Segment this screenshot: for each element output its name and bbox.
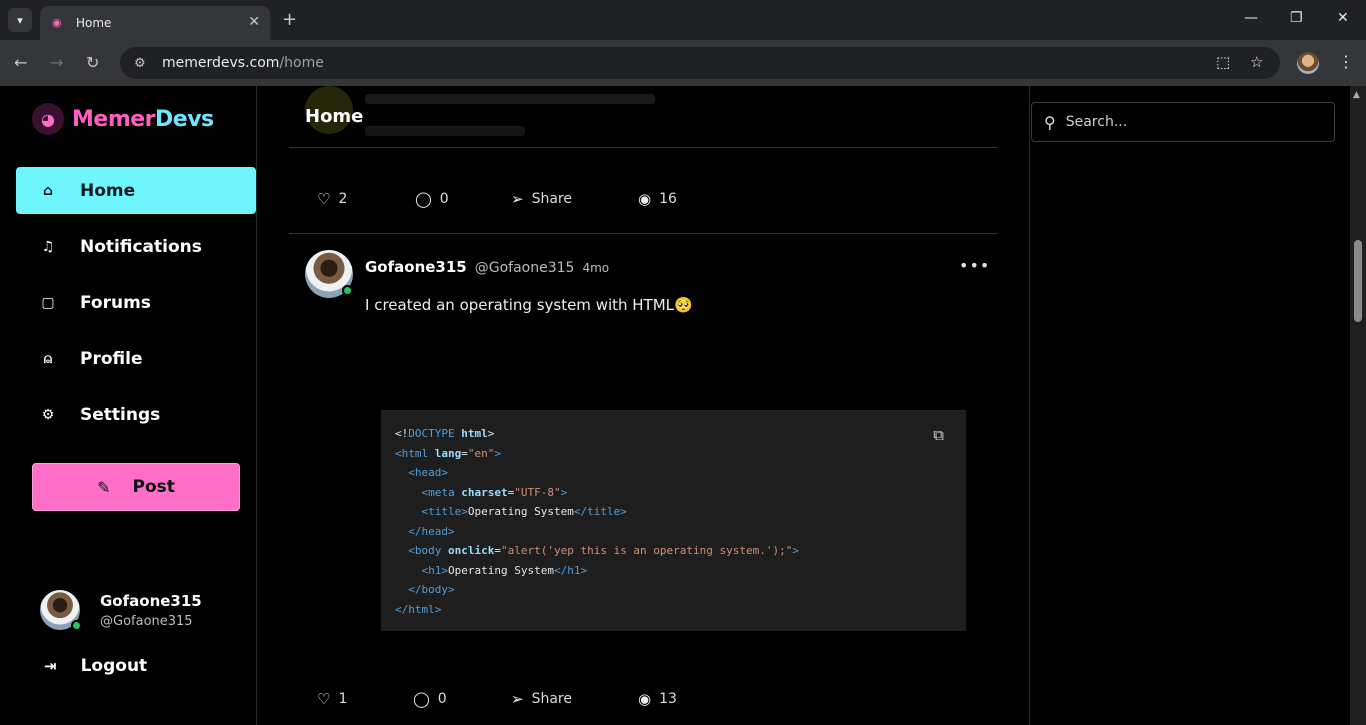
- scrollbar-thumb[interactable]: [1354, 240, 1362, 322]
- divider: [289, 233, 998, 234]
- logo-text: MemerDevs: [72, 106, 214, 132]
- share-icon: ➢: [511, 690, 524, 708]
- comment-button[interactable]: ◯ 0: [413, 690, 511, 708]
- url-domain: memerdevs.com: [162, 55, 280, 71]
- sidebar-item-home[interactable]: ⌂ Home: [16, 167, 256, 214]
- avatar: [40, 590, 82, 631]
- post-author-name[interactable]: Gofaone315: [365, 258, 467, 276]
- favicon-icon: ◉: [52, 16, 62, 29]
- reload-icon[interactable]: ↻: [86, 53, 99, 72]
- browser-profile-avatar[interactable]: [1297, 52, 1319, 74]
- right-panel: ⚲: [1031, 86, 1366, 725]
- browser-tab-strip: ▾ ◉ Home ✕ + — ❐ ✕: [0, 0, 1366, 40]
- post-actions: ♡ 1 ◯ 0 ➢ Share ◉ 13: [317, 690, 677, 708]
- heart-icon: ♡: [317, 690, 331, 708]
- scroll-up-icon[interactable]: ▲: [1353, 90, 1360, 100]
- page-scrollbar[interactable]: ▲: [1350, 86, 1366, 725]
- divider: [289, 147, 998, 148]
- heart-icon: ♡: [317, 190, 331, 208]
- eye-icon: ◉: [638, 190, 652, 208]
- minimize-icon[interactable]: —: [1244, 10, 1258, 26]
- browser-toolbar: ← → ↻ ⚙ memerdevs.com/home ⬚ ☆: [0, 40, 1366, 86]
- window-close-icon[interactable]: ✕: [1337, 10, 1349, 26]
- sidebar-item-forums[interactable]: ▢ Forums: [16, 279, 256, 326]
- logo-icon: ◕: [32, 103, 64, 135]
- views-count: ◉ 13: [638, 690, 677, 708]
- site-info-icon[interactable]: ⚙: [134, 56, 148, 71]
- current-user-card[interactable]: Gofaone315 @Gofaone315: [40, 590, 202, 631]
- new-tab-button[interactable]: +: [282, 9, 297, 30]
- install-app-icon[interactable]: ⬚: [1216, 53, 1230, 71]
- gear-icon: ⚙: [41, 406, 55, 423]
- logout-icon: ⇥: [44, 657, 57, 675]
- forward-icon[interactable]: →: [50, 53, 63, 72]
- comment-button[interactable]: ◯ 0: [415, 190, 511, 208]
- previous-post-faded: [305, 86, 705, 142]
- sidebar-item-label: Profile: [80, 348, 143, 369]
- sidebar-item-label: Home: [80, 180, 136, 201]
- search-box[interactable]: ⚲: [1031, 102, 1335, 142]
- search-input[interactable]: [1065, 114, 1306, 130]
- logo[interactable]: ◕ MemerDevs: [32, 103, 214, 135]
- tab-search-button[interactable]: ▾: [8, 8, 32, 32]
- user-icon: ⍝: [43, 350, 53, 367]
- app: ◕ MemerDevs ⌂ Home ♫ Notifications ▢ For…: [0, 86, 1366, 725]
- restore-icon[interactable]: ❐: [1290, 10, 1303, 26]
- post-text: I created an operating system with HTML🥺: [365, 296, 693, 314]
- browser-menu-icon[interactable]: ⋮: [1338, 52, 1354, 71]
- chat-icon: ▢: [41, 294, 55, 311]
- sidebar-item-profile[interactable]: ⍝ Profile: [16, 335, 256, 382]
- current-user-name: Gofaone315: [100, 591, 202, 610]
- bookmark-star-icon[interactable]: ☆: [1250, 53, 1263, 71]
- sidebar: ◕ MemerDevs ⌂ Home ♫ Notifications ▢ For…: [0, 86, 257, 725]
- tab-title: Home: [76, 16, 112, 30]
- like-button[interactable]: ♡ 1: [317, 690, 413, 708]
- logout-label: Logout: [80, 656, 148, 676]
- browser-tab[interactable]: ◉ Home ✕: [40, 6, 270, 40]
- search-icon: ⚲: [1044, 112, 1056, 132]
- sidebar-item-settings[interactable]: ⚙ Settings: [16, 391, 256, 438]
- online-indicator: [71, 620, 82, 631]
- eye-icon: ◉: [638, 690, 652, 708]
- comment-icon: ◯: [413, 690, 430, 708]
- home-icon: ⌂: [42, 182, 54, 199]
- post-button-label: Post: [132, 477, 175, 497]
- address-bar[interactable]: ⚙ memerdevs.com/home: [120, 47, 1280, 79]
- share-icon: ➢: [511, 190, 524, 208]
- more-options-icon[interactable]: •••: [959, 256, 990, 275]
- current-user-handle: @Gofaone315: [100, 613, 193, 629]
- views-count: ◉ 16: [638, 190, 677, 208]
- url-path: /home: [279, 55, 324, 71]
- sidebar-item-label: Notifications: [80, 236, 202, 257]
- prev-post-actions: ♡ 2 ◯ 0 ➢ Share ◉ 16: [317, 190, 677, 208]
- post-author-handle[interactable]: @Gofaone315: [475, 260, 575, 276]
- back-icon[interactable]: ←: [14, 53, 27, 72]
- code-block: ⧉ <!DOCTYPE html> <html lang="en"> <head…: [381, 410, 966, 631]
- bell-icon: ♫: [41, 238, 55, 255]
- page-title: Home: [305, 106, 364, 127]
- sidebar-item-label: Settings: [80, 404, 161, 425]
- feather-icon: ✎: [97, 477, 111, 497]
- like-button[interactable]: ♡ 2: [317, 190, 415, 208]
- copy-icon[interactable]: ⧉: [933, 426, 944, 446]
- share-button[interactable]: ➢ Share: [511, 190, 638, 208]
- comment-icon: ◯: [415, 190, 432, 208]
- sidebar-item-notifications[interactable]: ♫ Notifications: [16, 223, 256, 270]
- sidebar-item-label: Forums: [80, 292, 151, 313]
- online-indicator: [342, 285, 353, 296]
- post-button[interactable]: ✎ Post: [32, 463, 240, 511]
- post-timestamp: 4mo: [582, 261, 610, 275]
- close-tab-icon[interactable]: ✕: [248, 14, 260, 30]
- logout-button[interactable]: ⇥ Logout: [44, 656, 147, 676]
- share-button[interactable]: ➢ Share: [511, 690, 638, 708]
- feed: Home ♡ 2 ◯ 0 ➢ Share ◉ 16 Gofaone315 @Gofaon…: [257, 86, 1030, 725]
- post-author-avatar[interactable]: [305, 250, 353, 298]
